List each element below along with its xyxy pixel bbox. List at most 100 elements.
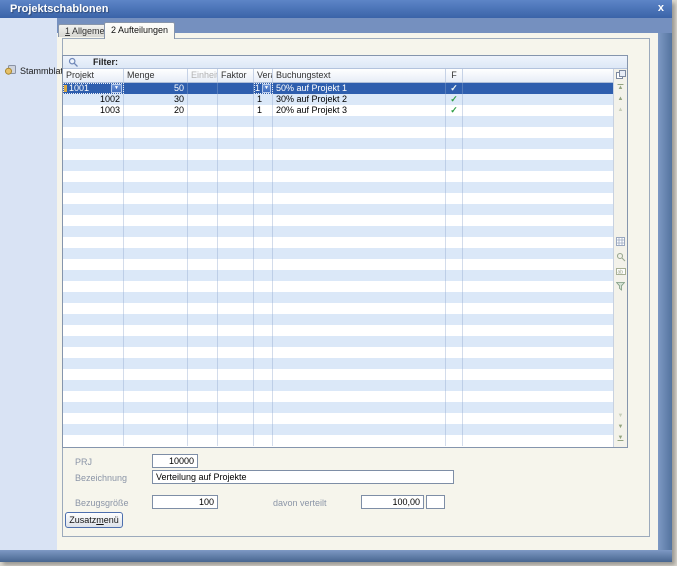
cell-f bbox=[446, 116, 463, 127]
search-records-icon[interactable] bbox=[614, 252, 627, 262]
table-row-empty[interactable] bbox=[63, 380, 627, 391]
cell-faktor[interactable] bbox=[218, 94, 254, 105]
column-header-f[interactable]: F bbox=[446, 69, 463, 82]
table-row-empty[interactable] bbox=[63, 314, 627, 325]
table-row[interactable]: 1001▼50 1▼50% auf Projekt 1✓ bbox=[63, 83, 627, 94]
column-header-einheit[interactable]: Einheit bbox=[188, 69, 218, 82]
filter-icon[interactable] bbox=[614, 282, 627, 292]
table-row-empty[interactable] bbox=[63, 270, 627, 281]
table-row-empty[interactable] bbox=[63, 336, 627, 347]
table-row-empty[interactable] bbox=[63, 325, 627, 336]
scroll-to-top-icon[interactable]: ▲ bbox=[614, 83, 627, 93]
table-row-empty[interactable] bbox=[63, 204, 627, 215]
cell-vera[interactable]: 1 bbox=[254, 94, 273, 105]
cell-menge[interactable]: 30 bbox=[124, 94, 188, 105]
cell-vera[interactable]: 1 bbox=[254, 105, 273, 116]
cell-buchungstext[interactable]: 20% auf Projekt 3 bbox=[273, 105, 446, 116]
table-row-empty[interactable] bbox=[63, 182, 627, 193]
table-row-empty[interactable] bbox=[63, 193, 627, 204]
cell-einheit[interactable] bbox=[188, 83, 218, 94]
cell-vera bbox=[254, 193, 273, 204]
cell-vera bbox=[254, 369, 273, 380]
cell-filler[interactable] bbox=[463, 94, 627, 105]
grid-view-icon[interactable] bbox=[614, 237, 627, 247]
prj-field[interactable] bbox=[152, 454, 198, 468]
cell-einheit bbox=[188, 116, 218, 127]
cell-buchungstext bbox=[273, 116, 446, 127]
checkmark-icon[interactable]: ✓ bbox=[446, 105, 463, 116]
table-row-empty[interactable] bbox=[63, 358, 627, 369]
table-row-empty[interactable] bbox=[63, 160, 627, 171]
search-icon bbox=[68, 57, 79, 68]
table-row[interactable]: 100320 120% auf Projekt 3✓ bbox=[63, 105, 627, 116]
table-row-empty[interactable] bbox=[63, 391, 627, 402]
cell-projekt[interactable]: 1002 bbox=[63, 94, 124, 105]
scroll-up-page-icon[interactable]: ▲ bbox=[614, 105, 627, 115]
cell-vera[interactable]: 1▼ bbox=[254, 83, 273, 94]
column-header-menge[interactable]: Menge bbox=[124, 69, 188, 82]
cell-vera bbox=[254, 424, 273, 435]
cell-projekt[interactable]: 1003 bbox=[63, 105, 124, 116]
davon-verteilt-extra-field[interactable] bbox=[426, 495, 445, 509]
table-row-empty[interactable] bbox=[63, 402, 627, 413]
scroll-down-page-icon[interactable]: ▼ bbox=[614, 411, 627, 421]
table-row-empty[interactable] bbox=[63, 248, 627, 259]
close-icon[interactable]: x bbox=[658, 2, 664, 14]
table-row-empty[interactable] bbox=[63, 226, 627, 237]
zusatzmenu-button[interactable]: Zusatzmenü bbox=[65, 512, 123, 528]
cell-menge[interactable]: 20 bbox=[124, 105, 188, 116]
table-row-empty[interactable] bbox=[63, 413, 627, 424]
column-header-vera[interactable]: Vera bbox=[254, 69, 273, 82]
scroll-down-icon[interactable]: ▼ bbox=[614, 422, 627, 432]
column-header-buchungstext[interactable]: Buchungstext bbox=[273, 69, 446, 82]
table-row-empty[interactable] bbox=[63, 292, 627, 303]
column-header-faktor[interactable]: Faktor bbox=[218, 69, 254, 82]
table-row-empty[interactable] bbox=[63, 369, 627, 380]
cell-filler[interactable] bbox=[463, 83, 627, 94]
checkmark-icon[interactable]: ✓ bbox=[446, 83, 463, 94]
cell-menge[interactable]: 50 bbox=[124, 83, 188, 94]
table-row-empty[interactable] bbox=[63, 138, 627, 149]
table-row-empty[interactable] bbox=[63, 347, 627, 358]
cell-projekt bbox=[63, 281, 124, 292]
cell-einheit[interactable] bbox=[188, 94, 218, 105]
sidebar-item-stammblatt[interactable]: Stammblatt bbox=[4, 64, 66, 78]
checkmark-icon[interactable]: ✓ bbox=[446, 94, 463, 105]
table-row[interactable]: 100230 130% auf Projekt 2✓ bbox=[63, 94, 627, 105]
edit-box-icon[interactable]: ab bbox=[614, 267, 627, 277]
cell-menge bbox=[124, 149, 188, 160]
table-row-empty[interactable] bbox=[63, 171, 627, 182]
column-header-projekt[interactable]: Projekt bbox=[63, 69, 124, 82]
cell-faktor[interactable] bbox=[218, 83, 254, 94]
table-row-empty[interactable] bbox=[63, 281, 627, 292]
tab-aufteilungen[interactable]: 2 Aufteilungen bbox=[104, 22, 175, 39]
table-row-empty[interactable] bbox=[63, 259, 627, 270]
cell-faktor[interactable] bbox=[218, 105, 254, 116]
table-row-empty[interactable] bbox=[63, 215, 627, 226]
table-row-empty[interactable] bbox=[63, 149, 627, 160]
table-row-empty[interactable] bbox=[63, 303, 627, 314]
cell-buchungstext[interactable]: 50% auf Projekt 1 bbox=[273, 83, 446, 94]
cell-f bbox=[446, 347, 463, 358]
cell-filler[interactable] bbox=[463, 105, 627, 116]
table-row-empty[interactable] bbox=[63, 237, 627, 248]
filter-row[interactable]: Filter: bbox=[63, 56, 627, 69]
cell-buchungstext[interactable]: 30% auf Projekt 2 bbox=[273, 94, 446, 105]
scroll-to-bottom-icon[interactable]: ▼ bbox=[614, 433, 627, 443]
cell-projekt[interactable]: 1001▼ bbox=[63, 83, 124, 94]
column-chooser-icon[interactable] bbox=[614, 70, 627, 80]
scroll-up-icon[interactable]: ▲ bbox=[614, 94, 627, 104]
table-row-empty[interactable] bbox=[63, 127, 627, 138]
davon-verteilt-field[interactable] bbox=[361, 495, 424, 509]
cell-menge bbox=[124, 435, 188, 446]
table-row-empty[interactable] bbox=[63, 424, 627, 435]
bezugsgroesse-field[interactable] bbox=[152, 495, 218, 509]
cell-einheit[interactable] bbox=[188, 105, 218, 116]
chevron-down-icon[interactable]: ▼ bbox=[111, 84, 122, 93]
cell-vera bbox=[254, 171, 273, 182]
bezeichnung-field[interactable] bbox=[152, 470, 454, 484]
table-row-empty[interactable] bbox=[63, 435, 627, 446]
table-row-empty[interactable] bbox=[63, 116, 627, 127]
chevron-down-icon[interactable]: ▼ bbox=[262, 84, 271, 93]
cell-menge bbox=[124, 204, 188, 215]
